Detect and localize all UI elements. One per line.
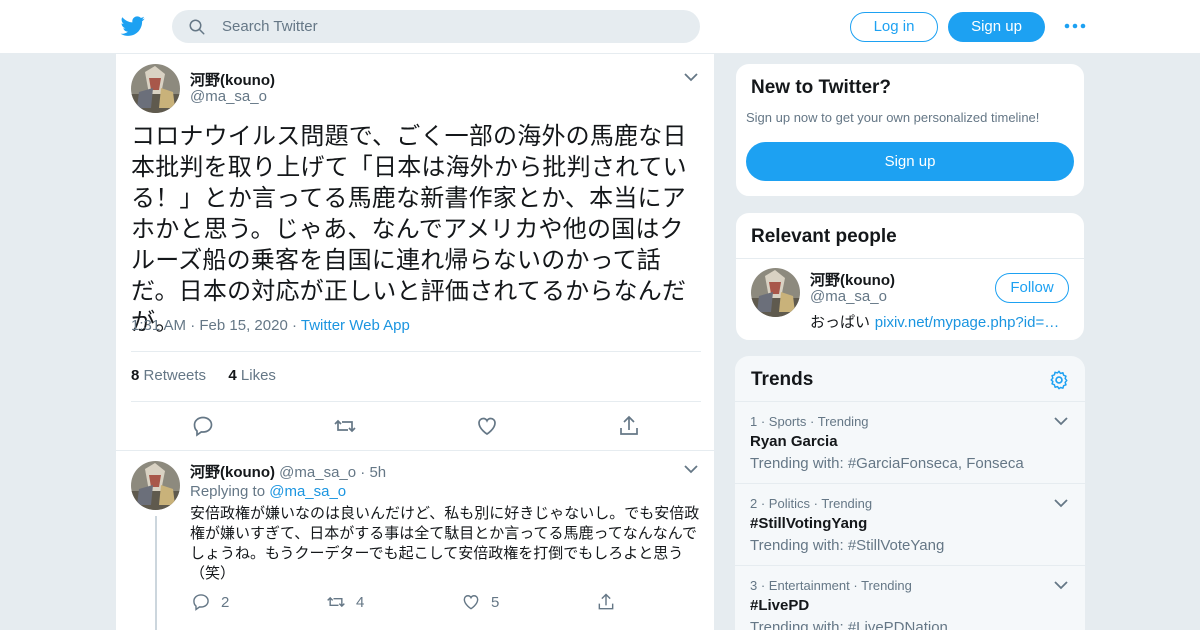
relevant-people-card: Relevant people 河野(kouno) @ma_sa_o Follo…: [735, 212, 1085, 341]
main-column: 河野(kouno) @ma_sa_o コロナウイルス問題で、ごく一部の海外の馬鹿…: [115, 54, 715, 630]
card-title: New to Twitter?: [751, 77, 892, 98]
tweet-source-link[interactable]: Twitter Web App: [301, 317, 410, 334]
tweet-date[interactable]: Feb 15, 2020: [199, 317, 287, 334]
trend-name[interactable]: #StillVotingYang: [750, 515, 867, 532]
meta-dot: ·: [190, 317, 200, 334]
card-title: Relevant people: [751, 226, 897, 247]
replying-prefix: Replying to: [190, 483, 266, 500]
meta-dot: ·: [291, 317, 301, 334]
chevron-down-icon[interactable]: [1054, 580, 1068, 590]
like-icon[interactable]: [475, 414, 499, 438]
trend-item[interactable]: 2 · Politics · Trending #StillVotingYang…: [735, 483, 1085, 565]
trend-with: Trending with: #StillVoteYang: [750, 537, 945, 554]
reply-like-action[interactable]: 5: [461, 592, 499, 612]
likes-label: Likes: [240, 367, 276, 384]
author-name[interactable]: 河野(kouno): [190, 69, 275, 90]
person-name[interactable]: 河野(kouno): [810, 269, 895, 290]
trend-item[interactable]: 1 · Sports · Trending Ryan Garcia Trendi…: [735, 401, 1085, 483]
trend-name[interactable]: #LivePD: [750, 597, 809, 614]
new-to-twitter-card: New to Twitter? Sign up now to get your …: [735, 63, 1085, 197]
avatar[interactable]: [131, 64, 180, 113]
trend-context: 2 · Politics · Trending: [750, 496, 873, 511]
trend-context: 3 · Entertainment · Trending: [750, 578, 912, 593]
reply-reply-action[interactable]: 2: [191, 592, 229, 612]
top-bar: Log in Sign up: [0, 0, 1200, 54]
avatar[interactable]: [131, 461, 180, 510]
like-icon: [463, 595, 479, 610]
retweets-label: Retweets: [143, 367, 207, 384]
tweet-meta: 1:31 AM · Feb 15, 2020 · Twitter Web App: [131, 317, 410, 334]
replying-to: Replying to @ma_sa_o: [190, 483, 346, 500]
reply-text: 安倍政権が嫌いなのは良いんだけど、私も別に好きじゃないし。でも安倍政権が嫌いすぎ…: [190, 504, 700, 582]
share-icon[interactable]: [617, 414, 641, 438]
gear-icon[interactable]: [1048, 369, 1070, 391]
reply-age[interactable]: 5h: [369, 464, 386, 481]
retweets-stat[interactable]: 8 Retweets: [131, 367, 206, 384]
divider: [736, 258, 1084, 259]
bio-link[interactable]: pixiv.net/mypage.php?id=…: [875, 314, 1059, 331]
trends-panel: Trends 1 · Sports · Trending Ryan Garcia…: [735, 356, 1085, 630]
login-button[interactable]: Log in: [850, 12, 938, 42]
tweet-time[interactable]: 1:31 AM: [131, 317, 186, 334]
reply-retweets-count: 4: [356, 593, 365, 611]
card-subtitle: Sign up now to get your own personalized…: [746, 110, 1040, 125]
reply-author-handle[interactable]: @ma_sa_o: [279, 464, 356, 481]
tweet-text: コロナウイルス問題で、ごく一部の海外の馬鹿な日本批判を取り上げて「日本は海外から…: [131, 122, 687, 336]
thread-line: [155, 516, 157, 630]
person-handle[interactable]: @ma_sa_o: [810, 288, 887, 305]
divider: [131, 351, 701, 352]
reply-share-action[interactable]: [596, 592, 616, 612]
trend-name[interactable]: Ryan Garcia: [750, 433, 838, 450]
trend-with: Trending with: #GarciaFonseca, Fonseca: [750, 455, 1024, 472]
card-signup-button[interactable]: Sign up: [746, 142, 1074, 181]
author-handle[interactable]: @ma_sa_o: [190, 88, 267, 105]
divider: [131, 401, 701, 402]
reply-retweet-action[interactable]: 4: [326, 592, 364, 612]
trend-context: 1 · Sports · Trending: [750, 414, 869, 429]
reply-replies-count: 2: [221, 593, 230, 611]
retweet-icon[interactable]: [333, 414, 357, 438]
signup-button[interactable]: Sign up: [948, 12, 1045, 42]
chevron-down-icon[interactable]: [684, 72, 698, 82]
chevron-down-icon[interactable]: [1054, 498, 1068, 508]
share-icon: [598, 593, 614, 610]
likes-stat[interactable]: 4 Likes: [228, 367, 276, 384]
bio-text: おっぱい: [810, 313, 871, 331]
reply-author-name[interactable]: 河野(kouno): [190, 464, 275, 481]
search-icon: [189, 19, 205, 35]
search-input[interactable]: [222, 10, 682, 43]
reply-icon[interactable]: [191, 414, 215, 438]
likes-count: 4: [228, 367, 237, 384]
chevron-down-icon[interactable]: [1054, 416, 1068, 426]
chevron-down-icon[interactable]: [684, 464, 698, 474]
reply-header: 河野(kouno) @ma_sa_o · 5h: [190, 461, 386, 482]
follow-button[interactable]: Follow: [995, 273, 1069, 303]
search-box[interactable]: [172, 10, 700, 43]
reply-icon: [193, 594, 209, 611]
divider: [116, 450, 714, 451]
retweet-icon: [327, 596, 345, 608]
avatar[interactable]: [751, 268, 800, 317]
retweets-count: 8: [131, 367, 140, 384]
trends-title: Trends: [751, 369, 814, 390]
more-icon[interactable]: [1064, 20, 1086, 32]
tweet-stats: 8 Retweets 4 Likes: [131, 367, 276, 384]
twitter-logo-icon[interactable]: [120, 14, 146, 38]
trend-item[interactable]: 3 · Entertainment · Trending #LivePD Tre…: [735, 565, 1085, 630]
trend-with: Trending with: #LivePDNation: [750, 619, 948, 630]
replying-to-link[interactable]: @ma_sa_o: [269, 483, 346, 500]
person-bio: おっぱい pixiv.net/mypage.php?id=…: [810, 311, 1059, 332]
reply-likes-count: 5: [491, 593, 500, 611]
